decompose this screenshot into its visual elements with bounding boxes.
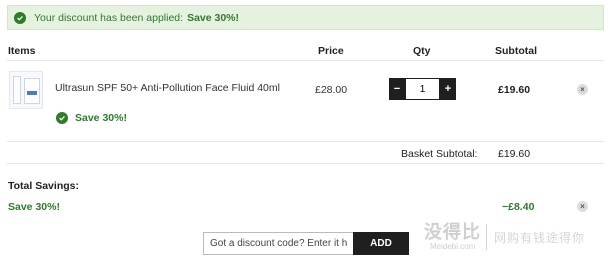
increase-quantity-button[interactable]: + xyxy=(440,78,456,100)
item-promo-label: Save 30%! xyxy=(75,112,127,124)
header-divider xyxy=(7,60,604,61)
column-header-items: Items xyxy=(8,45,36,57)
column-header-price: Price xyxy=(318,45,344,57)
banner-promo: Save 30%! xyxy=(187,11,240,24)
add-discount-button[interactable]: ADD xyxy=(353,232,409,255)
quantity-stepper: − + xyxy=(389,78,456,100)
savings-promo-label: Save 30%! xyxy=(8,201,60,213)
remove-discount-icon[interactable]: × xyxy=(577,201,588,212)
basket-subtotal-value: £19.60 xyxy=(498,148,531,160)
decrease-quantity-button[interactable]: − xyxy=(389,78,405,100)
product-thumbnail[interactable] xyxy=(9,71,43,109)
savings-amount: −£8.40 xyxy=(502,201,535,213)
basket-subtotal-label: Basket Subtotal: xyxy=(401,148,478,160)
check-circle-icon xyxy=(56,112,68,124)
total-savings-label: Total Savings: xyxy=(8,180,79,192)
column-header-subtotal: Subtotal xyxy=(495,45,537,57)
discount-code-form: ADD xyxy=(203,232,409,255)
remove-item-icon[interactable]: × xyxy=(577,84,588,95)
watermark-divider xyxy=(486,224,487,250)
product-name[interactable]: Ultrasun SPF 50+ Anti-Pollution Face Flu… xyxy=(55,82,280,94)
item-promo: Save 30%! xyxy=(56,112,127,124)
row-divider xyxy=(7,141,604,142)
watermark-logo: 没得比 xyxy=(424,222,481,242)
discount-applied-banner: Your discount has been applied: Save 30%… xyxy=(7,5,604,30)
watermark-site: Meidebi.com xyxy=(430,242,476,251)
subtotal-divider xyxy=(7,163,604,164)
column-header-qty: Qty xyxy=(413,45,431,57)
banner-message: Your discount has been applied: xyxy=(34,11,184,24)
item-subtotal: £19.60 xyxy=(498,84,531,96)
watermark-slogan: 网购有钱途得你 xyxy=(494,231,586,245)
item-price: £28.00 xyxy=(315,84,348,96)
watermark: 没得比 Meidebi.com 网购有钱途得你 xyxy=(424,218,604,266)
discount-code-input[interactable] xyxy=(203,232,353,255)
check-circle-icon xyxy=(14,11,26,24)
quantity-input[interactable] xyxy=(405,78,440,100)
